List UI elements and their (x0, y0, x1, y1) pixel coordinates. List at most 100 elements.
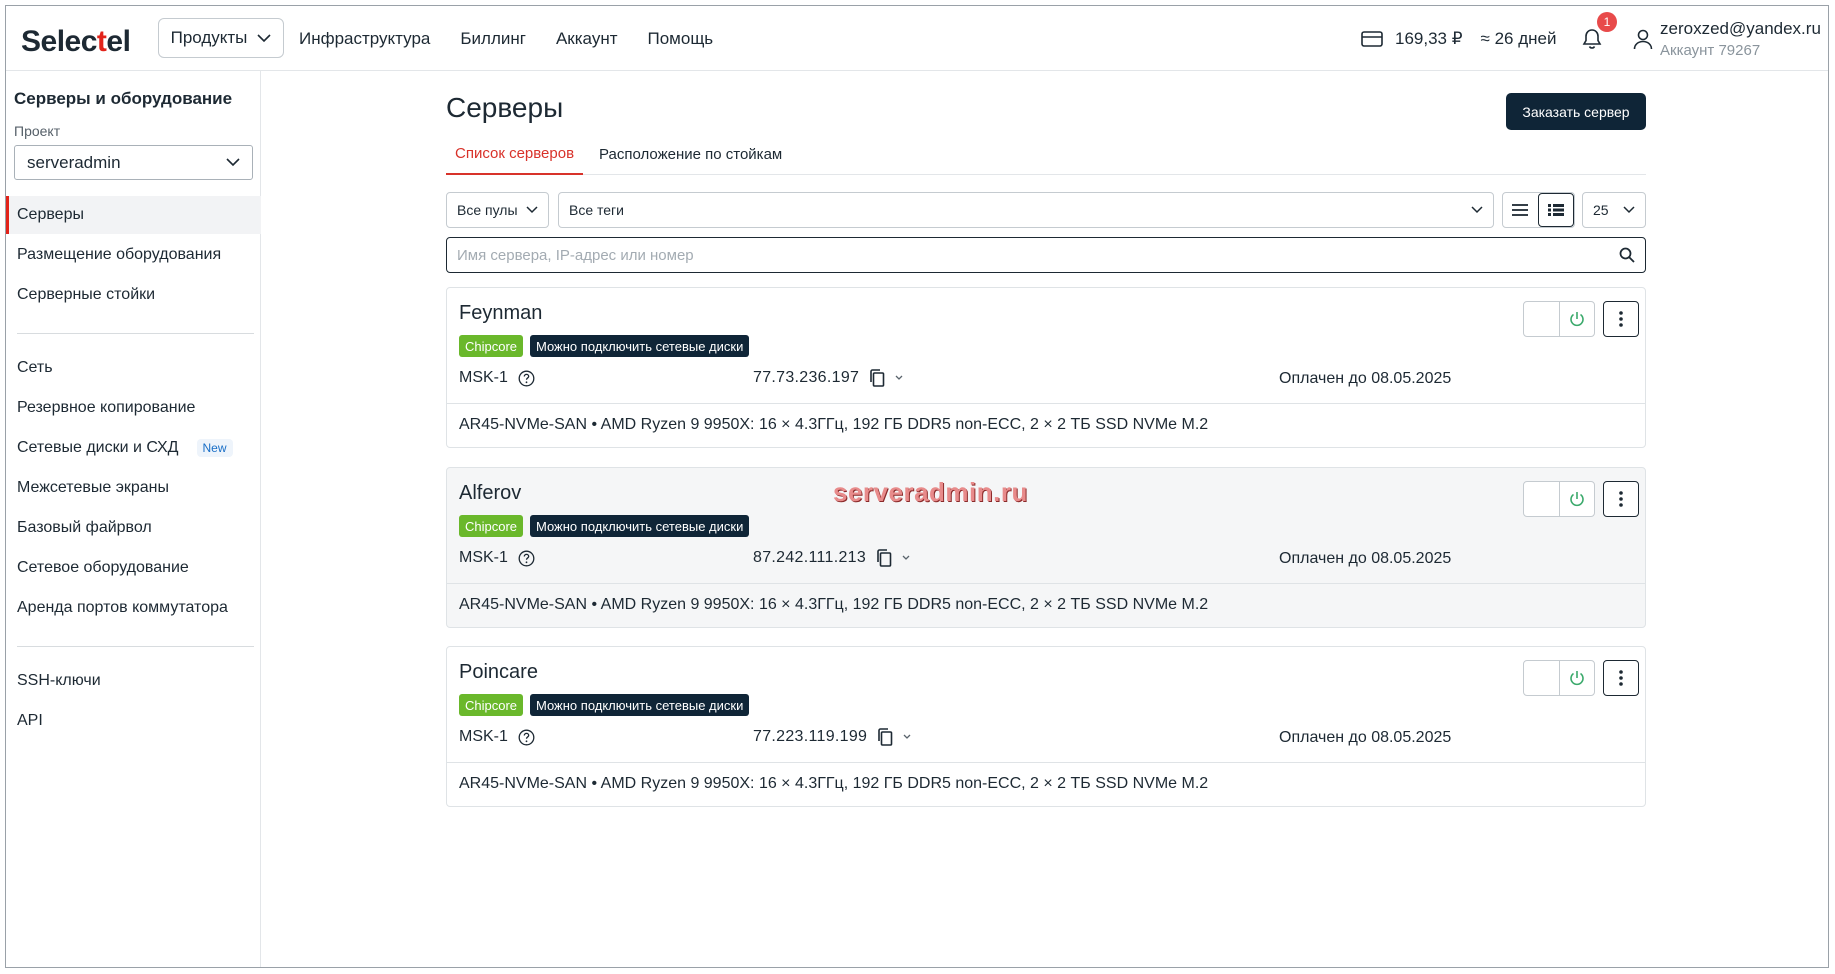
paid-until: Оплачен до 08.05.2025 (1279, 550, 1452, 567)
sidebar-item-api[interactable]: API (6, 702, 261, 740)
kebab-icon (1619, 670, 1623, 686)
server-card[interactable]: Poincare Chipcore Можно подключить сетев… (446, 646, 1646, 807)
server-ip: 77.223.119.199 (753, 728, 911, 746)
server-location: MSK-1 (459, 549, 535, 567)
question-circle-icon[interactable] (518, 370, 535, 387)
tags-filter[interactable]: Все теги (558, 192, 1494, 228)
sidebar-title: Серверы и оборудование (14, 89, 233, 108)
tab-rack-layout[interactable]: Расположение по стойкам (599, 134, 782, 175)
question-circle-icon[interactable] (518, 729, 535, 746)
view-toggle (1502, 192, 1575, 228)
sidebar-divider (17, 333, 254, 334)
balance-days: ≈ 26 дней (1480, 28, 1557, 48)
server-config: AR45-NVMe-SAN • AMD Ryzen 9 9950X: 16 × … (459, 596, 1209, 613)
server-card[interactable]: Feynman Chipcore Можно подключить сетевы… (446, 287, 1646, 448)
bell-icon[interactable] (1581, 28, 1603, 50)
question-circle-icon[interactable] (518, 550, 535, 567)
server-card[interactable]: Alferov Chipcore Можно подключить сетевы… (446, 467, 1646, 628)
more-actions-button[interactable] (1603, 301, 1639, 337)
server-config: AR45-NVMe-SAN • AMD Ryzen 9 9950X: 16 × … (459, 775, 1209, 792)
sidebar-item-ssh-keys[interactable]: SSH-ключи (6, 662, 261, 700)
chevron-down-icon (1471, 206, 1483, 214)
power-status (1524, 482, 1560, 516)
products-button[interactable]: Продукты (158, 18, 284, 58)
copy-icon[interactable] (869, 369, 885, 387)
project-label: Проект (14, 123, 61, 139)
sidebar-item-racks[interactable]: Серверные стойки (6, 276, 261, 314)
user-email[interactable]: zeroxzed@yandex.ru (1660, 19, 1821, 39)
power-control (1523, 301, 1595, 337)
card-divider (447, 583, 1645, 584)
chevron-down-icon[interactable] (895, 375, 903, 381)
card-icon (1361, 30, 1383, 47)
page-size-select[interactable]: 25 (1582, 192, 1646, 228)
server-ip: 77.73.236.197 (753, 369, 903, 387)
kebab-icon (1619, 491, 1623, 507)
kebab-icon (1619, 311, 1623, 327)
tag-network-disks: Можно подключить сетевые диски (530, 335, 750, 357)
paid-until: Оплачен до 08.05.2025 (1279, 729, 1452, 746)
nav-account[interactable]: Аккаунт (556, 29, 618, 49)
chevron-down-icon (257, 33, 271, 42)
page-size-value: 25 (1593, 202, 1609, 218)
nav-help[interactable]: Помощь (648, 29, 714, 49)
tag-network-disks: Можно подключить сетевые диски (530, 694, 750, 716)
power-status (1524, 661, 1560, 695)
sidebar-item-network-equipment[interactable]: Сетевое оборудование (6, 549, 261, 587)
sidebar-item-firewalls[interactable]: Межсетевые экраны (6, 469, 261, 507)
chevron-down-icon (526, 206, 538, 214)
compact-view-button[interactable] (1503, 193, 1538, 227)
nav-infrastructure[interactable]: Инфраструктура (299, 29, 430, 49)
server-name[interactable]: Poincare (459, 661, 538, 684)
server-location: MSK-1 (459, 728, 535, 746)
power-button[interactable] (1560, 302, 1595, 336)
tab-server-list[interactable]: Список серверов (446, 134, 584, 175)
sidebar-item-servers[interactable]: Серверы (6, 196, 261, 234)
watermark: serveradmin.ru (833, 477, 1028, 507)
project-value: serveradmin (27, 152, 121, 172)
list-icon (1512, 204, 1529, 216)
balance-widget[interactable]: 169,33 ₽ ≈ 26 дней (1361, 6, 1557, 71)
sidebar-divider (17, 646, 254, 647)
ip-address: 77.73.236.197 (753, 369, 860, 386)
page-title: Серверы (446, 92, 564, 123)
sidebar-item-label: Сетевые диски и СХД (17, 439, 179, 456)
sidebar-item-network-disks[interactable]: Сетевые диски и СХД New (6, 429, 261, 467)
power-button[interactable] (1560, 661, 1595, 695)
notification-badge: 1 (1597, 12, 1617, 32)
detailed-view-button[interactable] (1537, 193, 1574, 227)
location-label: MSK-1 (459, 549, 508, 566)
search-input[interactable] (457, 246, 1619, 264)
user-icon[interactable] (1632, 28, 1654, 50)
sidebar-item-switch-ports[interactable]: Аренда портов коммутатора (6, 589, 261, 627)
top-header: Selectel Продукты Инфраструктура Биллинг… (6, 6, 1828, 71)
selectel-logo[interactable]: Selectel (21, 25, 131, 59)
sidebar-item-backup[interactable]: Резервное копирование (6, 389, 261, 427)
power-button[interactable] (1560, 482, 1595, 516)
server-name[interactable]: Feynman (459, 302, 542, 325)
server-ip: 87.242.111.213 (753, 549, 910, 567)
power-control (1523, 660, 1595, 696)
location-label: MSK-1 (459, 728, 508, 745)
server-location: MSK-1 (459, 369, 535, 387)
power-icon (1569, 312, 1584, 327)
tabs: Список серверов Расположение по стойкам (446, 134, 1646, 175)
copy-icon[interactable] (877, 728, 893, 746)
more-actions-button[interactable] (1603, 660, 1639, 696)
order-server-button[interactable]: Заказать сервер (1506, 93, 1646, 130)
server-name[interactable]: Alferov (459, 482, 521, 505)
project-select[interactable]: serveradmin (14, 145, 253, 180)
sidebar-item-colocation[interactable]: Размещение оборудования (6, 236, 261, 274)
sidebar-item-basic-firewall[interactable]: Базовый файрвол (6, 509, 261, 547)
detailed-list-icon (1547, 204, 1564, 216)
pool-filter[interactable]: Все пулы (446, 192, 549, 228)
copy-icon[interactable] (876, 549, 892, 567)
nav-billing[interactable]: Биллинг (460, 29, 526, 49)
chevron-down-icon[interactable] (902, 555, 910, 561)
sidebar-item-network[interactable]: Сеть (6, 349, 261, 387)
tag-network-disks: Можно подключить сетевые диски (530, 515, 750, 537)
more-actions-button[interactable] (1603, 481, 1639, 517)
search-icon[interactable] (1619, 247, 1635, 263)
chevron-down-icon[interactable] (903, 734, 911, 740)
tags-filter-value: Все теги (569, 202, 624, 218)
